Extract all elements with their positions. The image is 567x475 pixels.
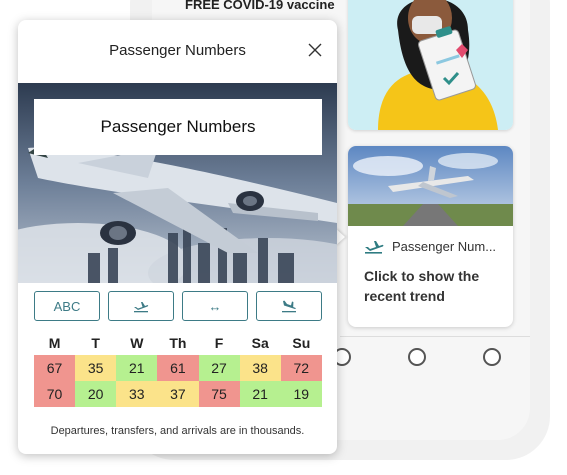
grid-cell: 35 bbox=[75, 355, 117, 381]
hero-title: Passenger Numbers bbox=[34, 99, 322, 155]
grid-row: 67 35 21 61 27 38 72 bbox=[34, 355, 322, 381]
passenger-numbers-card[interactable]: Passenger Num... Click to show the recen… bbox=[348, 146, 513, 327]
covid-card[interactable] bbox=[348, 0, 513, 130]
day-label: M bbox=[48, 335, 61, 351]
covid-vaccine-text: FREE COVID-19 vaccine bbox=[185, 0, 335, 12]
pager-dot[interactable] bbox=[483, 348, 501, 366]
grid-cell: 61 bbox=[157, 355, 199, 381]
airplane-photo bbox=[348, 146, 513, 226]
grid-cell: 72 bbox=[280, 355, 322, 381]
grid-cell: 37 bbox=[157, 381, 199, 407]
popup-title: Passenger Numbers bbox=[109, 42, 246, 59]
grid-cell: 21 bbox=[116, 355, 158, 381]
day-label: Sa bbox=[251, 335, 269, 351]
pager-dot[interactable] bbox=[408, 348, 426, 366]
day-label: Th bbox=[169, 335, 187, 351]
day-label: W bbox=[130, 335, 144, 351]
close-icon[interactable] bbox=[307, 42, 323, 58]
grid-cell: 19 bbox=[280, 381, 322, 407]
day-label: F bbox=[214, 335, 224, 351]
departures-button[interactable] bbox=[108, 291, 174, 321]
grid-cell: 20 bbox=[75, 381, 117, 407]
passenger-grid: M T W Th F Sa Su 67 35 21 61 27 38 72 70… bbox=[34, 335, 322, 407]
pager-divider bbox=[340, 336, 530, 337]
nurse-illustration bbox=[348, 0, 513, 130]
transfer-arrows-icon: ↔ bbox=[208, 298, 222, 314]
card-description: Click to show the recent trend bbox=[364, 268, 480, 304]
footnote: Departures, transfers, and arrivals are … bbox=[50, 425, 305, 437]
card-title-row: Passenger Num... bbox=[364, 238, 496, 254]
day-label: Su bbox=[292, 335, 311, 351]
grid-cell: 33 bbox=[116, 381, 158, 407]
view-toggle-buttons: ABC ↔ bbox=[34, 291, 322, 321]
passenger-numbers-popup: Passenger Numbers Passenger Numbers ABC … bbox=[18, 20, 337, 454]
airplane-arrival-icon bbox=[282, 300, 296, 313]
grid-cell: 21 bbox=[239, 381, 281, 407]
text-button-label: ABC bbox=[53, 298, 81, 314]
grid-cell: 75 bbox=[198, 381, 240, 407]
arrivals-button[interactable] bbox=[256, 291, 322, 321]
grid-cell: 27 bbox=[198, 355, 240, 381]
grid-cell: 38 bbox=[239, 355, 281, 381]
airplane-departure-icon bbox=[365, 241, 384, 254]
hero-image: Passenger Numbers bbox=[18, 83, 337, 283]
card-title: Passenger Num... bbox=[392, 238, 497, 254]
grid-cell: 70 bbox=[34, 381, 76, 407]
grid-row: 70 20 33 37 75 21 19 bbox=[34, 381, 322, 407]
day-label: T bbox=[91, 335, 100, 351]
grid-header: M T W Th F Sa Su bbox=[34, 335, 322, 355]
text-view-button[interactable]: ABC bbox=[34, 291, 100, 321]
airplane-departure-icon bbox=[134, 302, 149, 313]
grid-cell: 67 bbox=[34, 355, 76, 381]
transfers-button[interactable]: ↔ bbox=[182, 291, 248, 321]
